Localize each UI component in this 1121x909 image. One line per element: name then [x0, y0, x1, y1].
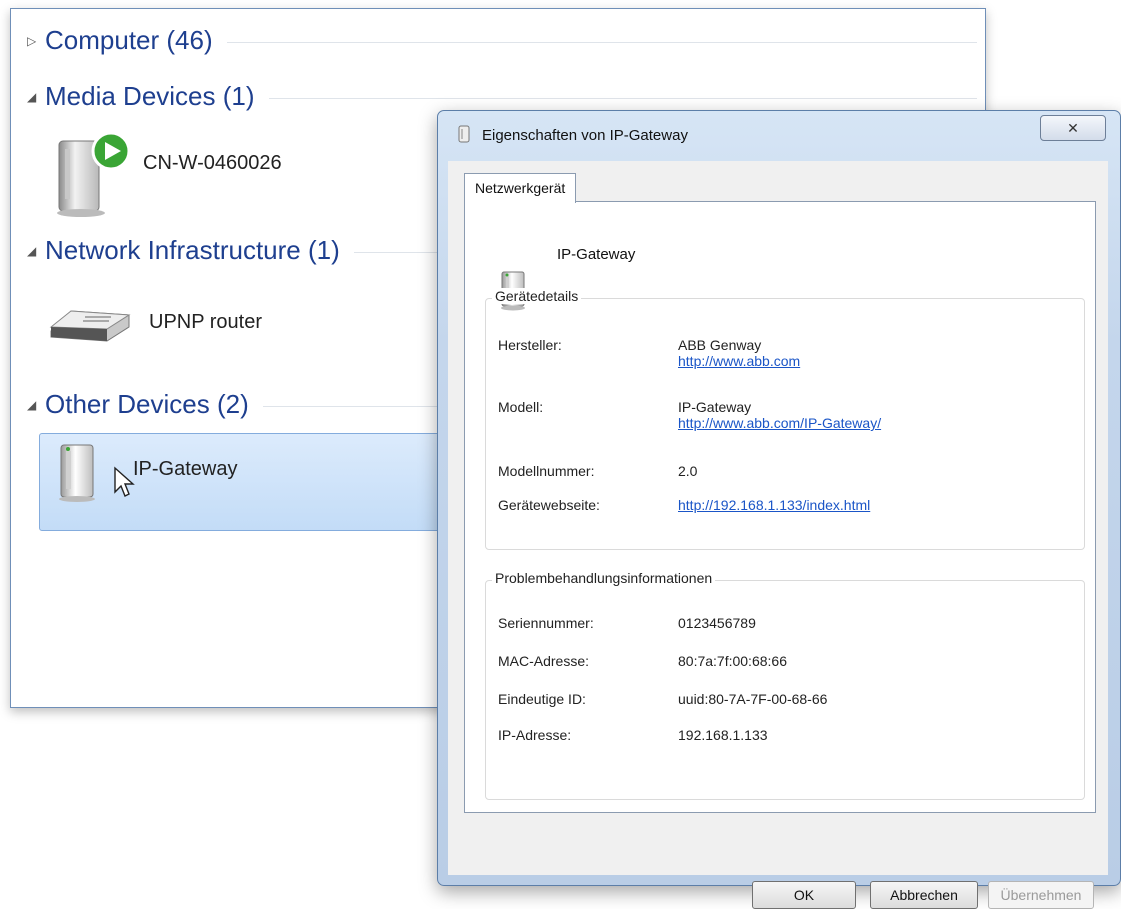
value-mac: 80:7a:7f:00:68:66: [678, 653, 787, 669]
value-hersteller: ABB Genway http://www.abb.com: [678, 337, 800, 369]
value-seriennummer: 0123456789: [678, 615, 756, 631]
group-title: Other Devices (2): [45, 389, 249, 419]
group-title: Media Devices (1): [45, 81, 255, 111]
hersteller-link[interactable]: http://www.abb.com: [678, 353, 800, 369]
collapse-arrow-icon[interactable]: ◢: [27, 244, 45, 258]
collapse-arrow-icon[interactable]: ◢: [27, 90, 45, 104]
group-divider: [268, 98, 977, 99]
group-title: Computer (46): [45, 25, 213, 55]
modell-link[interactable]: http://www.abb.com/IP-Gateway/: [678, 415, 881, 431]
properties-dialog: Eigenschaften von IP-Gateway ✕ Netzwerkg…: [437, 110, 1121, 909]
value-ip: 192.168.1.133: [678, 727, 768, 743]
label-modellnummer: Modellnummer:: [498, 463, 595, 479]
details-legend: Gerätedetails: [492, 288, 582, 304]
collapse-arrow-icon[interactable]: ◢: [27, 398, 45, 412]
device-name: IP-Gateway: [557, 246, 636, 263]
hersteller-name: ABB Genway: [678, 337, 762, 353]
label-uid: Eindeutige ID:: [498, 691, 586, 707]
value-modellnummer: 2.0: [678, 463, 698, 479]
close-icon: ✕: [1067, 119, 1079, 136]
modell-name: IP-Gateway: [678, 399, 752, 415]
label-mac: MAC-Adresse:: [498, 653, 590, 669]
label-seriennummer: Seriennummer:: [498, 615, 594, 631]
troubleshooting-group: Problembehandlungsinformationen Seriennu…: [485, 570, 1085, 800]
dialog-client-area: Netzwerkgerät IP-Gateway Gerätedetails H…: [448, 161, 1108, 909]
tab-netzwerkgeraet[interactable]: Netzwerkgerät: [464, 173, 577, 203]
device-item-router[interactable]: UPNP router: [45, 305, 262, 345]
cancel-button[interactable]: Abbrechen: [870, 881, 978, 909]
label-modell: Modell:: [498, 399, 544, 415]
media-server-icon: [57, 131, 131, 217]
tab-panel: IP-Gateway Gerätedetails Hersteller: ABB…: [464, 201, 1096, 813]
group-title: Network Infrastructure (1): [45, 235, 340, 265]
details-group: Gerätedetails Hersteller: ABB Genway htt…: [485, 288, 1085, 550]
group-divider: [226, 42, 977, 43]
expand-arrow-icon[interactable]: ▷: [27, 34, 45, 48]
close-button[interactable]: ✕: [1040, 115, 1106, 141]
dialog-title: Eigenschaften von IP-Gateway: [482, 127, 688, 144]
troubleshooting-legend: Problembehandlungsinformationen: [492, 570, 716, 586]
ok-button[interactable]: OK: [752, 881, 856, 909]
label-webseite: Gerätewebseite:: [498, 497, 600, 513]
group-computer[interactable]: ▷ Computer (46): [27, 25, 977, 56]
router-icon: [49, 310, 131, 342]
label-hersteller: Hersteller:: [498, 337, 562, 353]
webseite-link[interactable]: http://192.168.1.133/index.html: [678, 497, 870, 513]
gateway-device-icon: [59, 444, 95, 502]
device-label: UPNP router: [149, 310, 263, 333]
group-media-devices[interactable]: ◢ Media Devices (1): [27, 81, 977, 112]
device-label: IP-Gateway: [133, 457, 238, 480]
value-uid: uuid:80-7A-7F-00-68-66: [678, 691, 828, 707]
value-modell: IP-Gateway http://www.abb.com/IP-Gateway…: [678, 399, 881, 431]
device-item-media[interactable]: CN-W-0460026: [51, 129, 282, 221]
device-label: CN-W-0460026: [143, 151, 282, 174]
device-item-gateway[interactable]: IP-Gateway: [55, 441, 237, 503]
device-title-icon: [458, 125, 470, 143]
apply-button[interactable]: Übernehmen: [988, 881, 1094, 909]
label-ip: IP-Adresse:: [498, 727, 572, 743]
